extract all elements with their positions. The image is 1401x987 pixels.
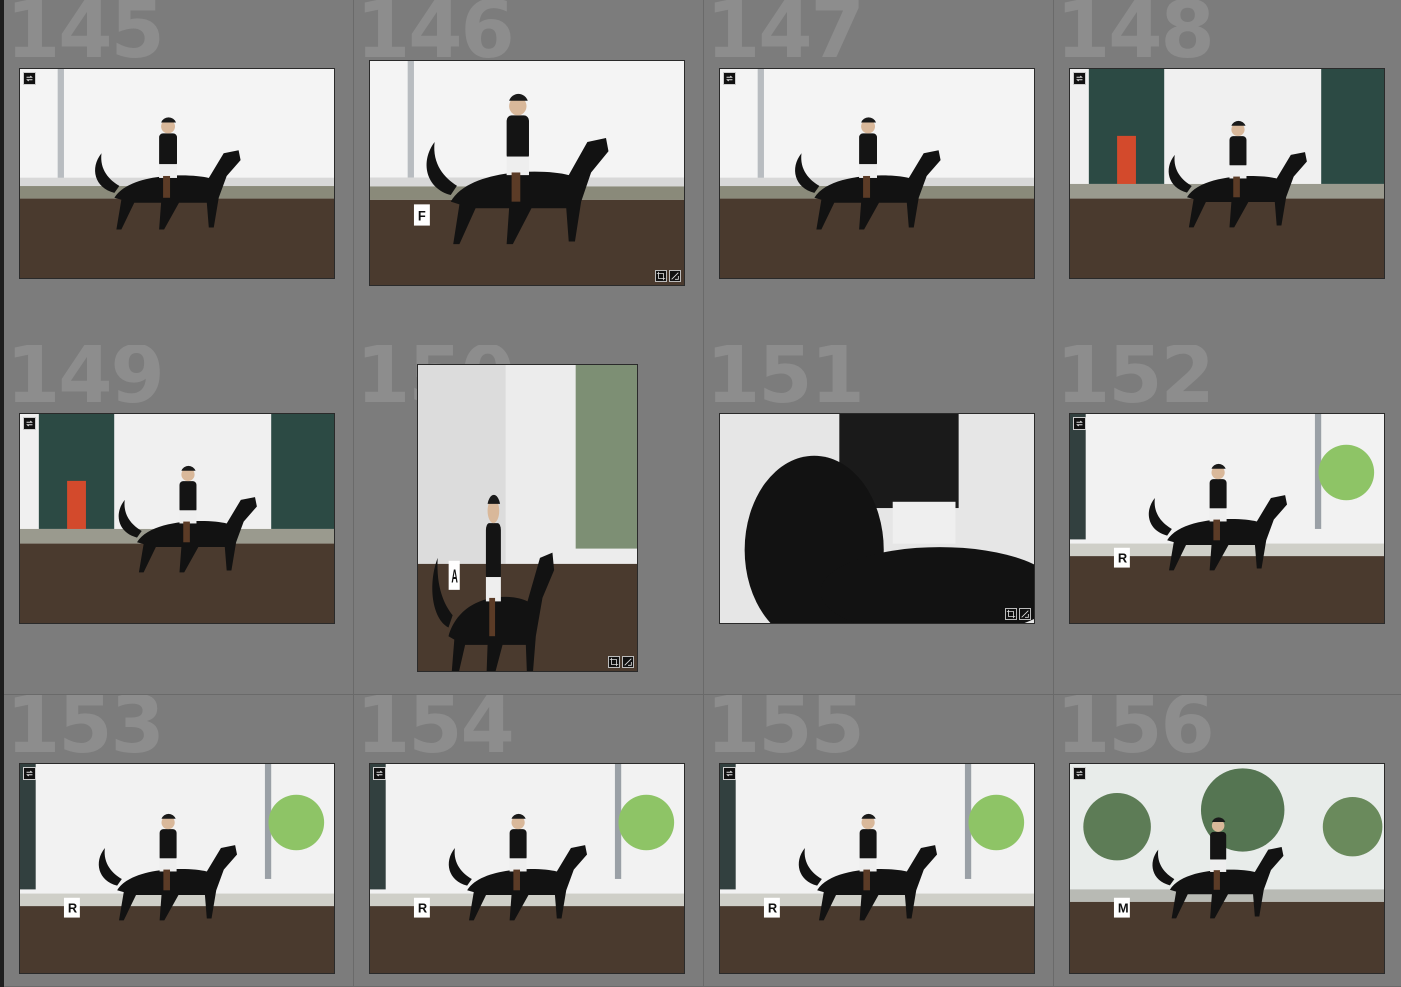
cell-index-number: 148 [1056,0,1215,76]
cell-index-number: 151 [706,345,865,421]
photo-thumbnail[interactable]: F [369,60,685,286]
edit-badges [608,656,634,668]
crop-icon[interactable] [655,270,667,282]
arena-letter: R [68,901,78,916]
photo-thumbnail[interactable] [1069,68,1385,279]
photo-thumbnail[interactable]: R [719,763,1035,974]
photo-thumbnail[interactable] [719,413,1035,624]
cell-index-number: 152 [1056,345,1215,421]
sync-settings-icon[interactable] [1073,417,1086,430]
edit-badges [655,270,681,282]
develop-adjustments-icon[interactable] [669,270,681,282]
grid-cell[interactable]: 148 [1054,0,1401,350]
photo-thumbnail[interactable] [19,68,335,279]
cell-index-number: 153 [6,695,165,771]
cell-index-number: 155 [706,695,865,771]
photo-thumbnail[interactable]: R [1069,413,1385,624]
sync-settings-icon[interactable] [23,72,36,85]
grid-cell[interactable]: 149 [4,345,354,695]
arena-letter: R [1118,551,1128,566]
develop-adjustments-icon[interactable] [622,656,634,668]
photo-thumbnail[interactable]: M [1069,763,1385,974]
arena-letter-marker: R [63,897,80,918]
sync-settings-icon[interactable] [23,417,36,430]
grid-cell[interactable]: 150 A [354,345,704,695]
grid-cell[interactable]: 155 R [704,695,1054,987]
grid-cell[interactable]: 151 [704,345,1054,695]
sync-settings-icon[interactable] [1073,767,1086,780]
photo-thumbnail[interactable] [19,413,335,624]
grid-cell[interactable]: 146 F [354,0,704,350]
arena-letter: R [418,901,428,916]
arena-letter-marker: R [763,897,780,918]
grid-cell[interactable]: 145 [4,0,354,350]
photo-thumbnail[interactable]: R [19,763,335,974]
crop-icon[interactable] [608,656,620,668]
grid-cell[interactable]: 156 M [1054,695,1401,987]
sync-settings-icon[interactable] [23,767,36,780]
arena-letter-marker: R [413,897,430,918]
develop-adjustments-icon[interactable] [1019,608,1031,620]
arena-letter: F [418,208,426,223]
sync-settings-icon[interactable] [373,767,386,780]
photo-thumbnail[interactable] [719,68,1035,279]
arena-letter: A [451,567,458,587]
crop-icon[interactable] [1005,608,1017,620]
arena-letter-marker: F [413,204,430,226]
arena-letter-marker: M [1113,897,1130,918]
sync-settings-icon[interactable] [1073,72,1086,85]
cell-index-number: 154 [356,695,515,771]
cell-index-number: 145 [6,0,165,76]
cell-index-number: 156 [1056,695,1215,771]
cell-index-number: 147 [706,0,865,76]
photo-thumbnail[interactable]: A [417,364,638,672]
edit-badges [1005,608,1031,620]
photo-thumbnail[interactable]: R [369,763,685,974]
grid-cell[interactable]: 154 R [354,695,704,987]
arena-letter: R [768,901,778,916]
arena-letter: M [1118,901,1129,916]
sync-settings-icon[interactable] [723,767,736,780]
cell-index-number: 149 [6,345,165,421]
filmstrip-grid: 145 146 F 147 148 149 A 151 152 R 153 R … [0,0,1401,987]
arena-letter-marker: A [448,560,460,590]
arena-letter-marker: R [1113,547,1130,568]
sync-settings-icon[interactable] [723,72,736,85]
grid-cell[interactable]: 153 R [4,695,354,987]
grid-cell[interactable]: 152 R [1054,345,1401,695]
grid-cell[interactable]: 147 [704,0,1054,350]
